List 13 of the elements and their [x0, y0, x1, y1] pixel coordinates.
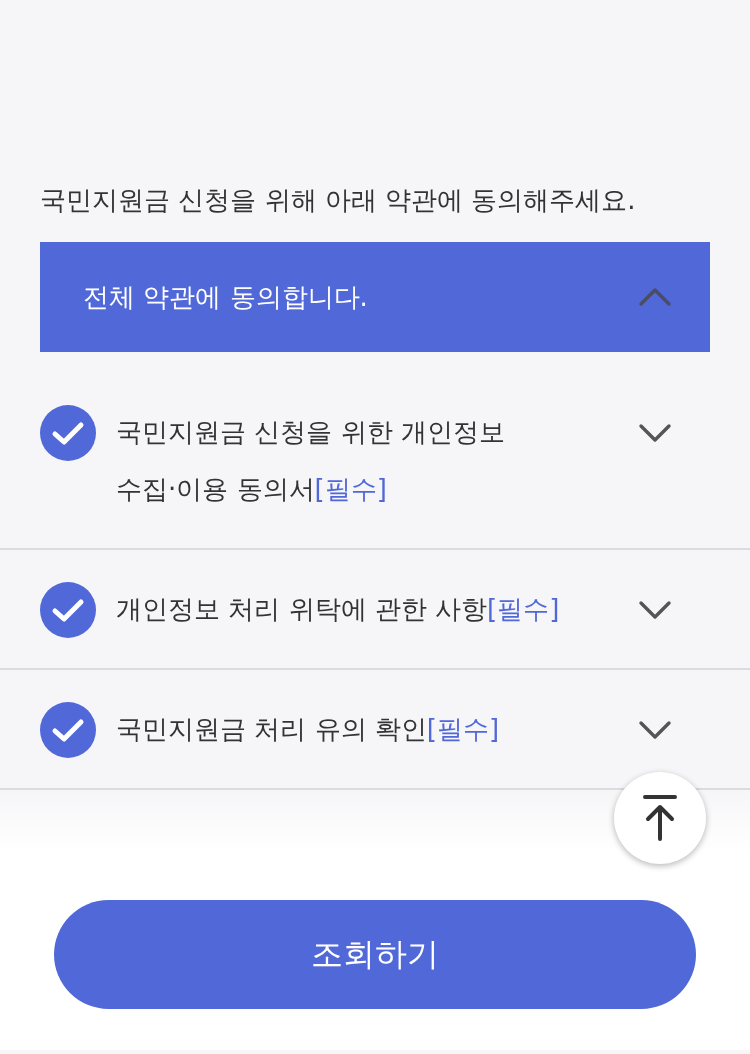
term-title: 국민지원금 처리 유의 확인[필수]: [116, 713, 501, 746]
checked-circle-icon[interactable]: [40, 581, 96, 638]
agree-all-button[interactable]: 전체 약관에 동의합니다.: [40, 242, 710, 352]
intro-text: 국민지원금 신청을 위해 아래 약관에 동의해주세요.: [40, 184, 637, 217]
checked-circle-icon[interactable]: [40, 404, 96, 461]
submit-button[interactable]: 조회하기: [54, 900, 696, 1009]
chevron-down-icon[interactable]: [638, 599, 672, 620]
chevron-down-icon[interactable]: [638, 719, 672, 740]
arrow-up-to-bar-icon: [643, 795, 677, 841]
checked-circle-icon[interactable]: [40, 701, 96, 758]
term-title: 국민지원금 신청을 위한 개인정보 수집·이용 동의서[필수]: [116, 416, 506, 506]
chevron-down-icon[interactable]: [638, 422, 672, 443]
term-title: 개인정보 처리 위탁에 관한 사항[필수]: [116, 593, 561, 626]
